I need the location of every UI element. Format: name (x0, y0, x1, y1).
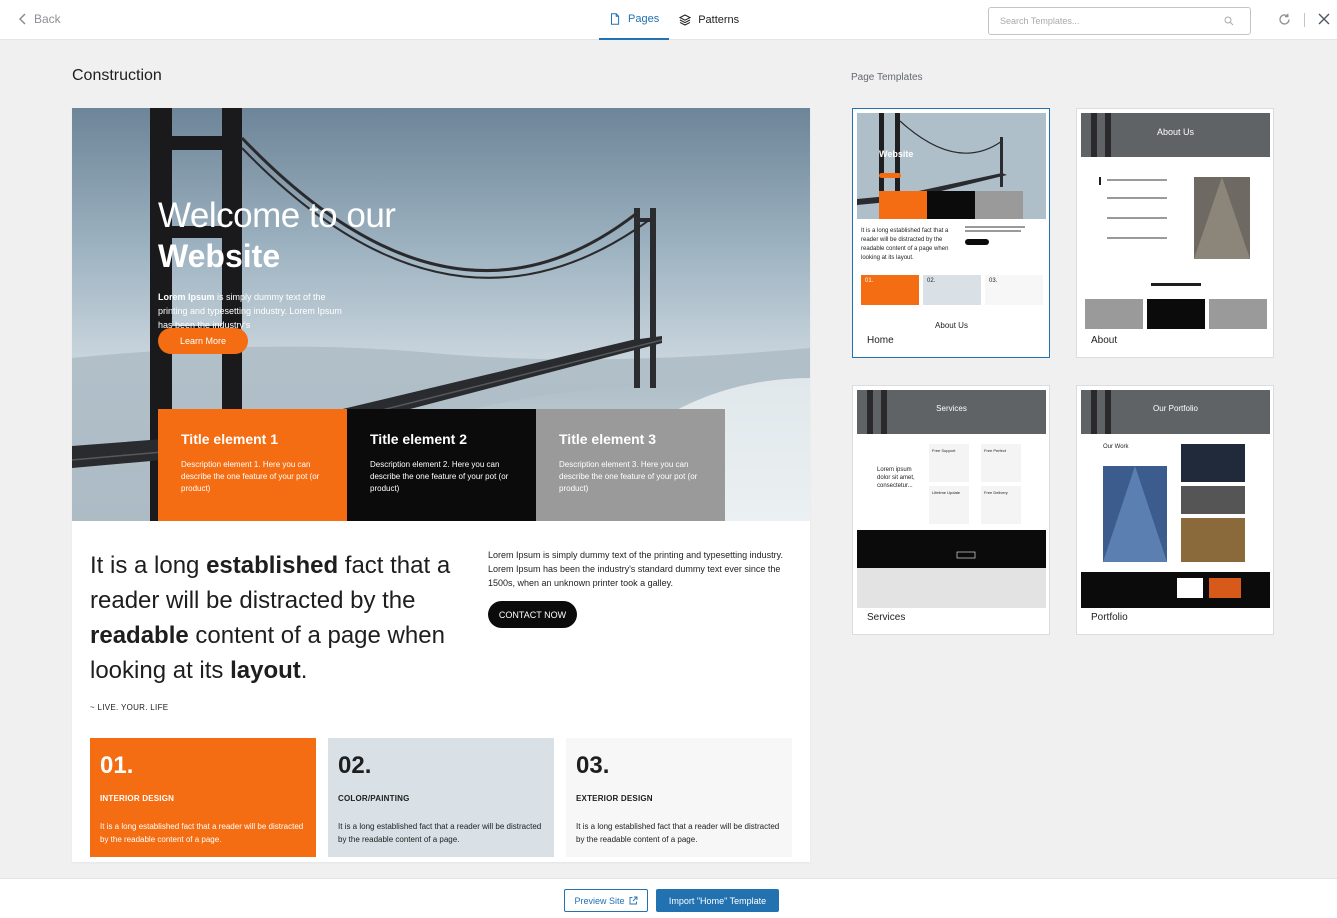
back-button[interactable]: Back (18, 12, 61, 26)
service-card-text: It is a long established fact that a rea… (100, 822, 304, 844)
contact-now-button[interactable]: CONTACT NOW (488, 601, 577, 628)
template-thumbnail: Our Portfolio Our Work (1081, 390, 1270, 608)
thumb-services-box: Lifetime Update (932, 490, 961, 495)
feature-tile-title: Title element 1 (181, 431, 279, 447)
template-card-services[interactable]: Services Lorem ipsum dolor sit amet, con… (852, 385, 1050, 635)
feature-tile-desc: Description element 1. Here you can desc… (181, 460, 320, 493)
template-card-home[interactable]: Website It is a long established fact th… (852, 108, 1050, 358)
preview-site-button[interactable]: Preview Site (564, 889, 648, 912)
search-input[interactable] (989, 8, 1209, 34)
thumb-services-box: Free Support (932, 448, 956, 453)
feature-tile: Title element 1 Description element 1. H… (158, 409, 347, 521)
feature-tile-desc: Description element 3. Here you can desc… (559, 460, 698, 493)
chevron-left-icon (18, 13, 26, 25)
service-card-label: COLOR/PAINTING (338, 794, 410, 803)
quote-part: . (300, 657, 308, 684)
service-card: 03. EXTERIOR DESIGN It is a long establi… (566, 738, 792, 857)
refresh-icon[interactable] (1278, 13, 1291, 26)
service-card-number: 02. (338, 752, 372, 779)
back-label: Back (34, 12, 61, 26)
import-template-button[interactable]: Import "Home" Template (656, 889, 779, 912)
template-thumbnail: Services Lorem ipsum dolor sit amet, con… (857, 390, 1046, 608)
template-thumbnail: Website It is a long established fact th… (857, 113, 1046, 331)
services-thumbnail-image (857, 390, 1046, 608)
service-card-number: 01. (100, 752, 134, 779)
feature-tile-title: Title element 3 (559, 431, 657, 447)
template-preview[interactable]: Welcome to our Website Lorem Ipsum is si… (72, 108, 810, 862)
thumb-home-num: 02. (927, 278, 936, 284)
template-name: Home (867, 335, 894, 346)
template-name: Services (867, 612, 906, 623)
hero-description-bold: Lorem Ipsum (158, 292, 215, 302)
quote-text: It is a long established fact that a rea… (90, 548, 460, 688)
portfolio-thumbnail-image (1081, 390, 1270, 608)
thumb-services-box: Free Delivery (984, 490, 1008, 495)
quote-author: ~ LIVE. YOUR. LIFE (90, 703, 169, 712)
layers-icon (679, 14, 692, 26)
about-thumbnail-image (1081, 113, 1270, 329)
preview-site-label: Preview Site (574, 895, 625, 906)
hero-line-1: Welcome to our (158, 196, 396, 235)
template-thumbnail: About Us (1081, 113, 1270, 331)
thumb-home-num: 03. (989, 278, 998, 284)
feature-tile: Title element 2 Description element 2. H… (347, 409, 536, 521)
learn-more-button[interactable]: Learn More (158, 328, 248, 354)
thumb-about-title: About Us (1156, 127, 1195, 137)
service-card-number: 03. (576, 752, 610, 779)
template-card-portfolio[interactable]: Our Portfolio Our Work Portfolio (1076, 385, 1274, 635)
bottom-bar: Preview Site Import "Home" Template (0, 878, 1337, 918)
service-card: 01. INTERIOR DESIGN It is a long establi… (90, 738, 316, 857)
feature-tile-desc: Description element 2. Here you can desc… (370, 460, 509, 493)
thumb-services-title: Services (936, 404, 967, 413)
external-link-icon (629, 896, 637, 905)
search-icon[interactable] (1224, 16, 1234, 26)
close-icon[interactable] (1318, 13, 1330, 25)
service-card: 02. COLOR/PAINTING It is a long establis… (328, 738, 554, 857)
tab-bar: Pages Patterns (599, 0, 749, 40)
feature-tile: Title element 3 Description element 3. H… (536, 409, 725, 521)
template-name: Portfolio (1091, 612, 1128, 623)
hero-description: Lorem Ipsum is simply dummy text of the … (158, 290, 348, 332)
thumb-services-box: Free Perfect (984, 448, 1007, 453)
hero-line-2: Website (158, 238, 281, 274)
quote-bold: layout (230, 657, 301, 684)
templates-heading: Page Templates (851, 72, 923, 83)
thumb-portfolio-title: Our Portfolio (1153, 404, 1198, 413)
thumb-portfolio-work: Our Work (1103, 444, 1129, 450)
intro-text: Lorem Ipsum is simply dummy text of the … (488, 550, 783, 588)
thumb-services-text: Lorem ipsum dolor sit amet, consectetur.… (877, 467, 915, 489)
template-name: About (1091, 335, 1118, 346)
home-thumbnail-image (857, 113, 1046, 305)
site-title: Construction (72, 67, 162, 84)
template-card-about[interactable]: About Us About (1076, 108, 1274, 358)
tab-pages-label: Pages (628, 13, 660, 25)
feature-tile-title: Title element 2 (370, 431, 468, 447)
top-bar: Back Pages Patterns (0, 0, 1337, 40)
service-card-label: EXTERIOR DESIGN (576, 794, 653, 803)
tab-patterns[interactable]: Patterns (669, 0, 749, 40)
service-cards: 01. INTERIOR DESIGN It is a long establi… (90, 738, 792, 857)
tab-patterns-label: Patterns (698, 14, 740, 26)
quote-bold: readable (90, 622, 189, 649)
quote-bold: established (206, 552, 339, 579)
service-card-text: It is a long established fact that a rea… (338, 822, 542, 844)
hero-section: Welcome to our Website Lorem Ipsum is si… (72, 108, 810, 521)
page-icon (611, 13, 620, 25)
thumb-home-text: It is a long established fact that a rea… (861, 228, 949, 261)
feature-tiles: Title element 1 Description element 1. H… (158, 409, 725, 521)
quote-part: It is a long (90, 552, 207, 579)
thumb-home-num: 01. (865, 278, 874, 284)
thumb-home-title: Website (879, 149, 914, 159)
toolbar-divider (1304, 13, 1305, 27)
search-box (988, 7, 1251, 35)
thumb-home-about: About Us (935, 321, 968, 330)
service-card-text: It is a long established fact that a rea… (576, 822, 780, 844)
tab-pages[interactable]: Pages (599, 0, 670, 40)
service-card-label: INTERIOR DESIGN (100, 794, 175, 803)
